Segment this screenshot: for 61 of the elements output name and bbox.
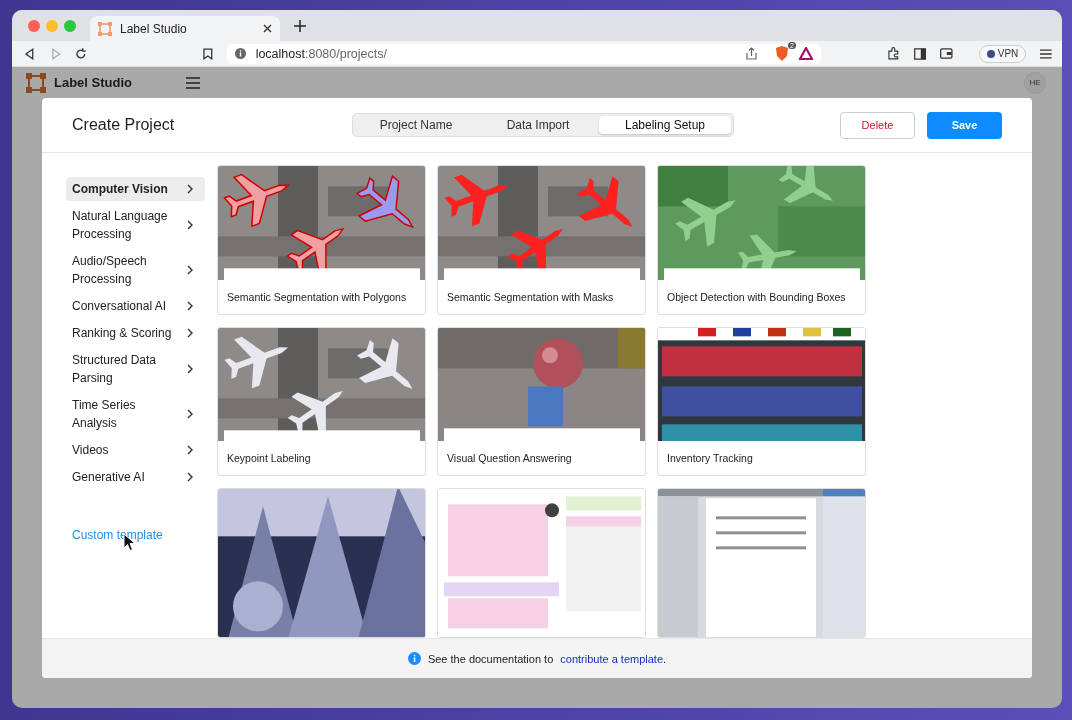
chevron-icon [187,472,193,482]
new-tab-icon[interactable] [294,19,306,32]
category-item[interactable]: Time Series Analysis [66,393,205,435]
back-icon[interactable] [24,47,36,60]
puzzle-icon[interactable] [886,47,900,60]
share-icon[interactable] [745,47,757,60]
category-item[interactable]: Generative AI [66,465,205,489]
template-title: Inventory Tracking [666,451,754,467]
step-tab[interactable]: Project Name [355,116,477,134]
user-avatar[interactable]: HE [1024,71,1046,94]
menu-icon[interactable] [186,76,200,89]
chevron-icon [187,328,193,338]
vpn-button[interactable]: VPN [978,44,1027,63]
contribute-link[interactable]: contribute a template [560,652,663,665]
dialog-title: Create Project [72,116,176,134]
delete-button[interactable]: Delete [840,111,915,139]
logo-icon [98,21,112,36]
triangle-icon[interactable] [798,47,813,60]
category-item[interactable]: Computer Vision [66,177,205,201]
chevron-icon [187,265,193,275]
template-card[interactable]: Visual Question Answering [437,326,646,477]
category-item[interactable]: Structured Data Parsing [66,348,205,390]
template-card[interactable]: Object Detection with Bounding Boxes [657,165,866,315]
custom-template-link[interactable]: Custom template [72,528,163,542]
category-item[interactable]: Audio/Speech Processing [66,249,205,291]
template-title: Visual Question Answering [446,451,573,467]
logo-icon [26,72,46,93]
template-title: Semantic Segmentation with Masks [446,289,615,305]
footer-note: See the documentation to [427,652,554,665]
template-card[interactable]: Keypoint Labeling [217,326,426,477]
chevron-icon [187,184,193,194]
chevron-icon [187,301,193,311]
info-icon [234,48,246,59]
template-card[interactable]: Semantic Segmentation with Masks [437,165,646,315]
template-card[interactable]: Semantic Segmentation with Polygons [217,165,426,315]
chevron-icon [187,409,193,419]
step-tab[interactable]: Labeling Setup [599,116,731,134]
sidebar-icon[interactable] [913,47,927,60]
lion-shield-icon[interactable] [774,46,789,61]
browser-tab[interactable]: Label Studio [90,16,280,41]
chevron-icon [187,445,193,455]
close-icon[interactable] [263,24,272,33]
chevron-icon [187,220,193,230]
bookmark-icon[interactable] [202,47,213,60]
app-name: Label Studio [54,75,132,90]
template-title: Keypoint Labeling [226,451,312,467]
template-card[interactable]: Inventory Tracking [657,326,866,477]
category-item[interactable]: Videos [66,438,205,462]
category-item[interactable]: Ranking & Scoring [66,321,205,345]
info-icon [407,652,421,665]
reload-icon[interactable] [75,47,87,60]
template-title: Object Detection with Bounding Boxes [666,289,847,305]
menu-icon[interactable] [1040,48,1052,59]
wallet-icon[interactable] [940,48,953,59]
category-item[interactable]: Conversational AI [66,294,205,318]
category-item[interactable]: Natural Language Processing [66,204,205,246]
template-title: Semantic Segmentation with Polygons [226,289,408,305]
chevron-icon [187,364,193,374]
footer-period: . [663,652,667,665]
dot-icon [986,49,995,58]
step-tab[interactable]: Data Import [477,116,599,134]
